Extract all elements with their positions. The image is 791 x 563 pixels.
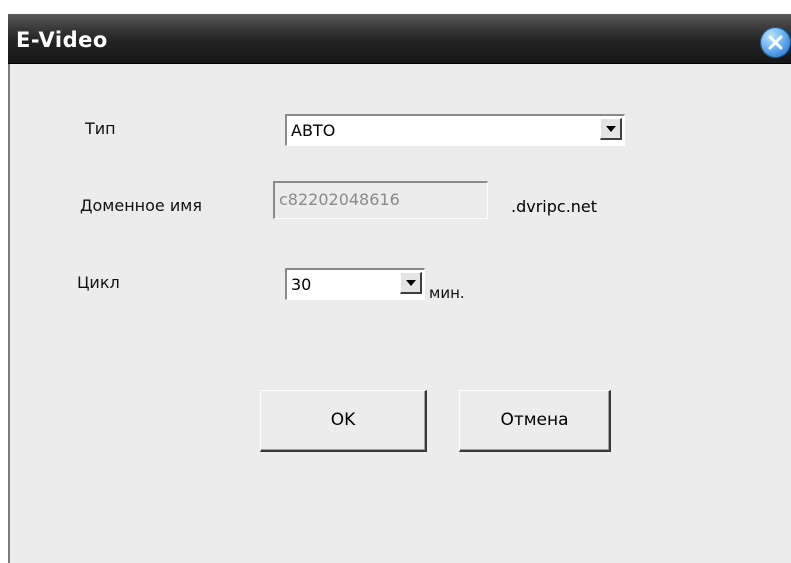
cancel-button[interactable]: Отмена — [459, 390, 611, 452]
domain-suffix-text: .dvripc.net — [511, 197, 598, 216]
domain-field: c82202048616 — [273, 181, 488, 219]
e-video-window: E-Video Тип АВТО Доменное имя c822020486… — [0, 0, 791, 563]
close-button[interactable] — [760, 27, 791, 58]
chevron-down-icon — [606, 126, 616, 132]
window-title: E-Video — [16, 28, 108, 52]
domain-field-value: c82202048616 — [279, 190, 400, 209]
type-dropdown-button[interactable] — [600, 118, 622, 140]
ok-button[interactable]: OK — [260, 390, 427, 452]
domain-label: Доменное имя — [80, 196, 202, 215]
cycle-select-value: 30 — [291, 275, 312, 294]
type-select-value: АВТО — [291, 121, 336, 140]
dialog-body: Тип АВТО Доменное имя c82202048616 .dvri… — [8, 64, 791, 563]
type-label: Тип — [85, 119, 116, 138]
cycle-unit: мин. — [429, 284, 465, 302]
close-icon — [768, 35, 783, 50]
title-bar: E-Video — [8, 14, 791, 64]
domain-suffix: .dvripc.net — [507, 192, 684, 222]
type-select[interactable]: АВТО — [285, 114, 625, 146]
chevron-down-icon — [406, 280, 416, 286]
cycle-dropdown-button[interactable] — [400, 272, 422, 294]
cycle-select[interactable]: 30 — [285, 268, 425, 300]
cycle-label: Цикл — [77, 273, 120, 292]
